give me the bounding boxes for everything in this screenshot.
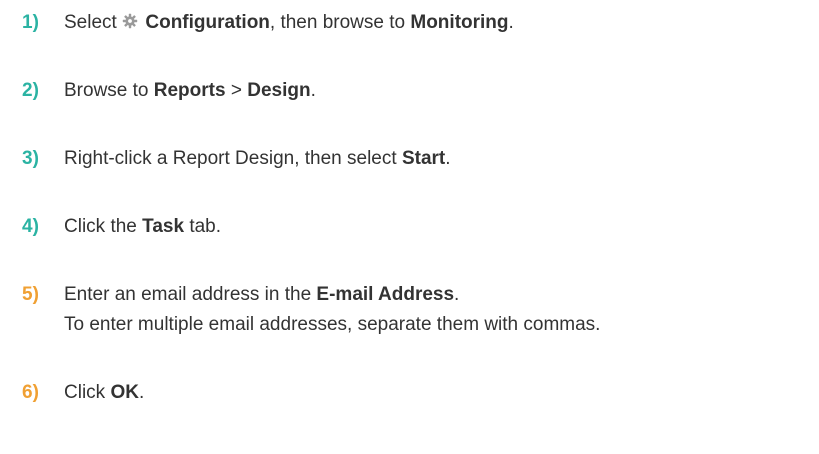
step-6: 6) Click OK.: [22, 378, 812, 408]
step-number: 3): [22, 148, 39, 169]
ok-term: OK: [110, 382, 139, 403]
monitoring-term: Monitoring: [410, 12, 509, 33]
step-text: Right-click a Report Design, then select…: [64, 148, 451, 169]
step-2: 2) Browse to Reports > Design.: [22, 76, 812, 106]
task-term: Task: [142, 216, 185, 237]
step-text: Select Configuration, then browse to Mon…: [64, 12, 514, 33]
gear-icon: [122, 13, 138, 29]
step-note: To enter multiple email addresses, separ…: [64, 314, 601, 335]
step-1: 1) Select Configuration, then browse to …: [22, 8, 812, 38]
step-text: Click the Task tab.: [64, 216, 222, 237]
step-5: 5) Enter an email address in the E-mail …: [22, 280, 812, 340]
step-text: Browse to Reports > Design.: [64, 80, 316, 101]
step-number: 1): [22, 12, 39, 33]
step-4: 4) Click the Task tab.: [22, 212, 812, 242]
step-number: 5): [22, 284, 39, 305]
email-address-term: E-mail Address: [316, 284, 455, 305]
design-term: Design: [247, 80, 311, 101]
step-3: 3) Right-click a Report Design, then sel…: [22, 144, 812, 174]
start-term: Start: [401, 148, 446, 169]
step-number: 4): [22, 216, 39, 237]
step-text: Enter an email address in the E-mail Add…: [64, 284, 460, 305]
step-number: 6): [22, 382, 39, 403]
reports-term: Reports: [153, 80, 226, 101]
configuration-term: Configuration: [145, 12, 270, 33]
instruction-steps: 1) Select Configuration, then browse to …: [22, 8, 812, 446]
step-number: 2): [22, 80, 39, 101]
step-text: Click OK.: [64, 382, 145, 403]
